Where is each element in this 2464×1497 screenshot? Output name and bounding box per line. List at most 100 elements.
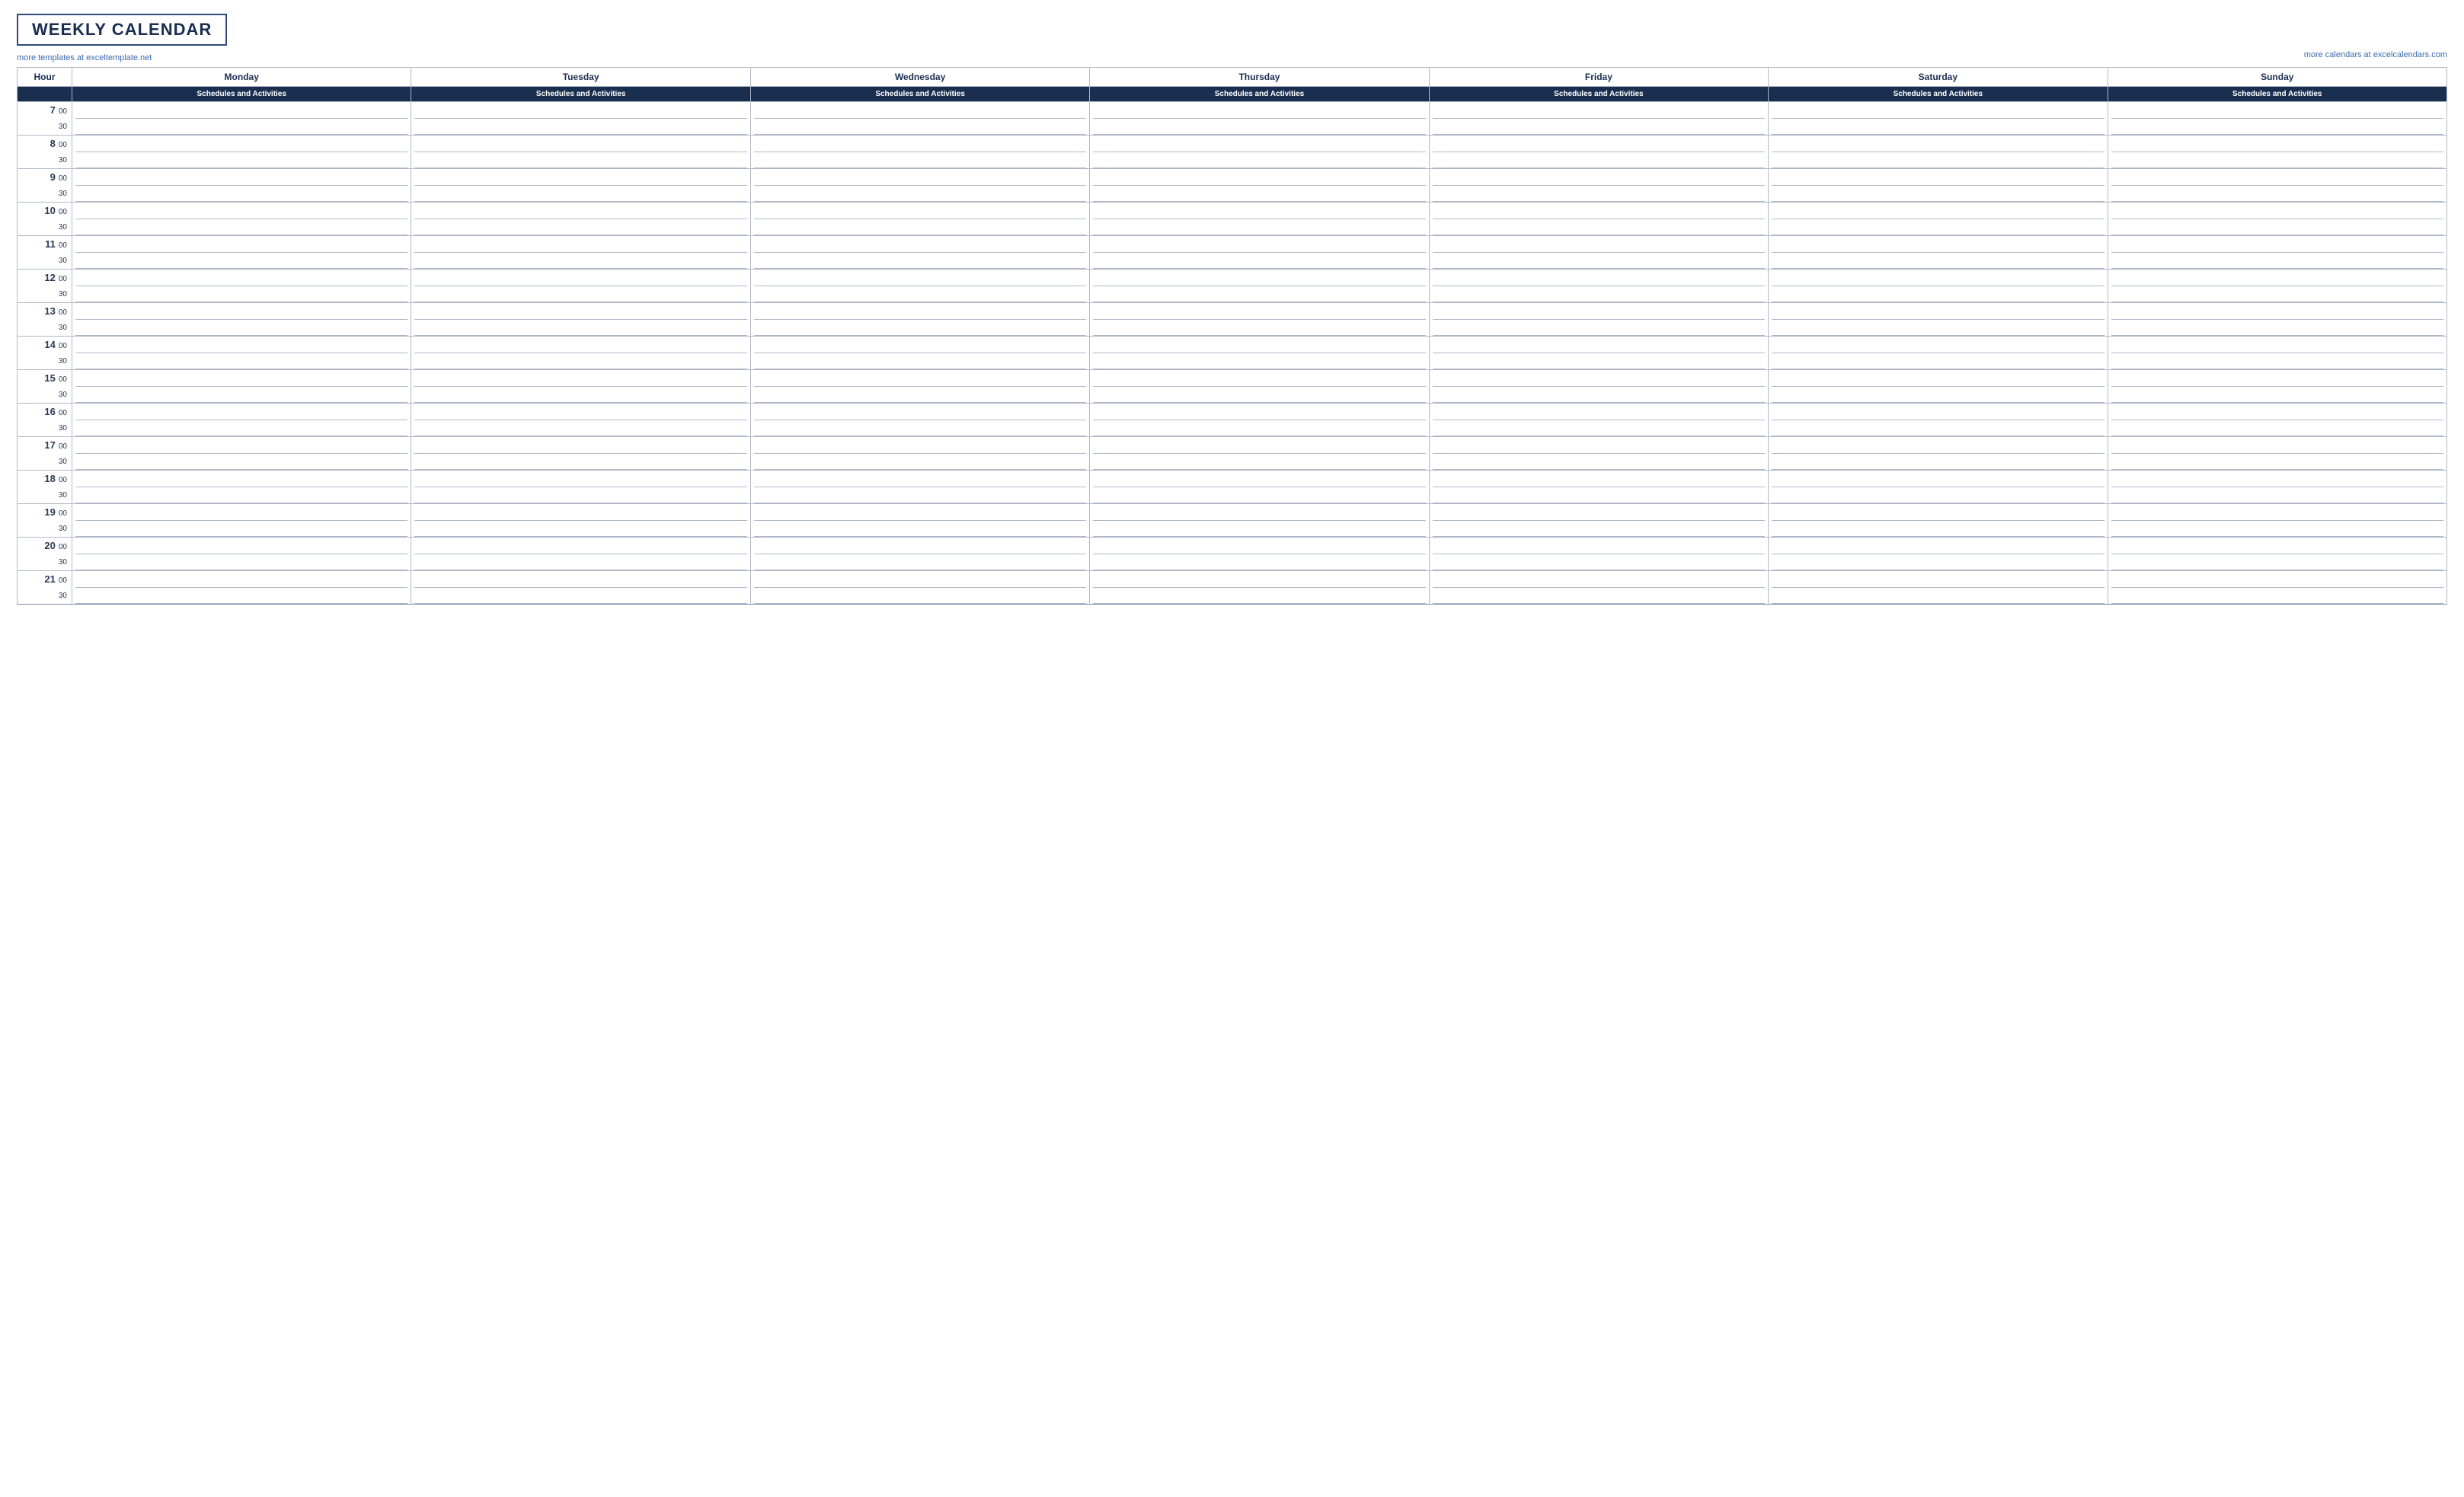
schedule-cell[interactable] — [1429, 136, 1768, 152]
schedule-cell[interactable] — [1769, 454, 2108, 471]
schedule-cell[interactable] — [2108, 571, 2446, 588]
schedule-cell[interactable] — [411, 437, 750, 454]
schedule-cell[interactable] — [1090, 236, 1429, 253]
schedule-cell[interactable] — [750, 370, 1089, 387]
schedule-cell[interactable] — [2108, 219, 2446, 236]
schedule-cell[interactable] — [1429, 387, 1768, 404]
schedule-cell[interactable] — [2108, 487, 2446, 504]
schedule-cell[interactable] — [2108, 370, 2446, 387]
schedule-cell[interactable] — [750, 404, 1089, 420]
schedule-cell[interactable] — [411, 219, 750, 236]
schedule-cell[interactable] — [411, 420, 750, 437]
schedule-cell[interactable] — [411, 387, 750, 404]
schedule-cell[interactable] — [750, 571, 1089, 588]
schedule-cell[interactable] — [411, 270, 750, 286]
schedule-cell[interactable] — [1429, 454, 1768, 471]
schedule-cell[interactable] — [1090, 320, 1429, 337]
schedule-cell[interactable] — [1090, 437, 1429, 454]
schedule-cell[interactable] — [72, 236, 411, 253]
schedule-cell[interactable] — [1429, 236, 1768, 253]
schedule-cell[interactable] — [1090, 119, 1429, 136]
schedule-cell[interactable] — [750, 337, 1089, 353]
schedule-cell[interactable] — [1429, 286, 1768, 303]
schedule-cell[interactable] — [411, 404, 750, 420]
schedule-cell[interactable] — [2108, 471, 2446, 487]
schedule-cell[interactable] — [750, 538, 1089, 554]
schedule-cell[interactable] — [1090, 521, 1429, 538]
schedule-cell[interactable] — [2108, 169, 2446, 186]
schedule-cell[interactable] — [1090, 253, 1429, 270]
schedule-cell[interactable] — [411, 203, 750, 219]
schedule-cell[interactable] — [1090, 538, 1429, 554]
schedule-cell[interactable] — [1429, 119, 1768, 136]
schedule-cell[interactable] — [411, 102, 750, 119]
schedule-cell[interactable] — [1769, 270, 2108, 286]
schedule-cell[interactable] — [750, 136, 1089, 152]
schedule-cell[interactable] — [750, 219, 1089, 236]
schedule-cell[interactable] — [1090, 504, 1429, 521]
schedule-cell[interactable] — [1769, 387, 2108, 404]
schedule-cell[interactable] — [72, 152, 411, 169]
schedule-cell[interactable] — [1769, 420, 2108, 437]
schedule-cell[interactable] — [1429, 203, 1768, 219]
schedule-cell[interactable] — [72, 538, 411, 554]
schedule-cell[interactable] — [1090, 588, 1429, 605]
schedule-cell[interactable] — [1090, 420, 1429, 437]
schedule-cell[interactable] — [750, 353, 1089, 370]
schedule-cell[interactable] — [1090, 102, 1429, 119]
schedule-cell[interactable] — [72, 169, 411, 186]
schedule-cell[interactable] — [750, 152, 1089, 169]
schedule-cell[interactable] — [1090, 487, 1429, 504]
schedule-cell[interactable] — [1090, 571, 1429, 588]
schedule-cell[interactable] — [72, 504, 411, 521]
schedule-cell[interactable] — [411, 538, 750, 554]
schedule-cell[interactable] — [411, 370, 750, 387]
schedule-cell[interactable] — [1429, 404, 1768, 420]
schedule-cell[interactable] — [72, 554, 411, 571]
schedule-cell[interactable] — [72, 387, 411, 404]
schedule-cell[interactable] — [411, 353, 750, 370]
schedule-cell[interactable] — [1769, 102, 2108, 119]
schedule-cell[interactable] — [1429, 437, 1768, 454]
schedule-cell[interactable] — [72, 337, 411, 353]
schedule-cell[interactable] — [72, 454, 411, 471]
schedule-cell[interactable] — [750, 554, 1089, 571]
schedule-cell[interactable] — [411, 554, 750, 571]
schedule-cell[interactable] — [411, 571, 750, 588]
schedule-cell[interactable] — [750, 270, 1089, 286]
schedule-cell[interactable] — [1769, 538, 2108, 554]
schedule-cell[interactable] — [1769, 186, 2108, 203]
schedule-cell[interactable] — [2108, 588, 2446, 605]
schedule-cell[interactable] — [1769, 487, 2108, 504]
schedule-cell[interactable] — [2108, 303, 2446, 320]
schedule-cell[interactable] — [1429, 521, 1768, 538]
schedule-cell[interactable] — [1769, 219, 2108, 236]
schedule-cell[interactable] — [2108, 102, 2446, 119]
schedule-cell[interactable] — [1090, 286, 1429, 303]
schedule-cell[interactable] — [1090, 136, 1429, 152]
schedule-cell[interactable] — [411, 504, 750, 521]
schedule-cell[interactable] — [2108, 504, 2446, 521]
schedule-cell[interactable] — [1429, 588, 1768, 605]
schedule-cell[interactable] — [2108, 152, 2446, 169]
schedule-cell[interactable] — [1429, 219, 1768, 236]
schedule-cell[interactable] — [72, 404, 411, 420]
schedule-cell[interactable] — [72, 102, 411, 119]
schedule-cell[interactable] — [2108, 521, 2446, 538]
schedule-cell[interactable] — [750, 253, 1089, 270]
schedule-cell[interactable] — [411, 136, 750, 152]
schedule-cell[interactable] — [2108, 253, 2446, 270]
schedule-cell[interactable] — [411, 286, 750, 303]
schedule-cell[interactable] — [411, 119, 750, 136]
schedule-cell[interactable] — [2108, 538, 2446, 554]
schedule-cell[interactable] — [1429, 571, 1768, 588]
schedule-cell[interactable] — [2108, 353, 2446, 370]
schedule-cell[interactable] — [750, 487, 1089, 504]
schedule-cell[interactable] — [2108, 270, 2446, 286]
schedule-cell[interactable] — [750, 303, 1089, 320]
schedule-cell[interactable] — [72, 203, 411, 219]
schedule-cell[interactable] — [1769, 337, 2108, 353]
link-left[interactable]: more templates at exceltemplate.net — [17, 53, 152, 62]
schedule-cell[interactable] — [1769, 554, 2108, 571]
schedule-cell[interactable] — [2108, 136, 2446, 152]
